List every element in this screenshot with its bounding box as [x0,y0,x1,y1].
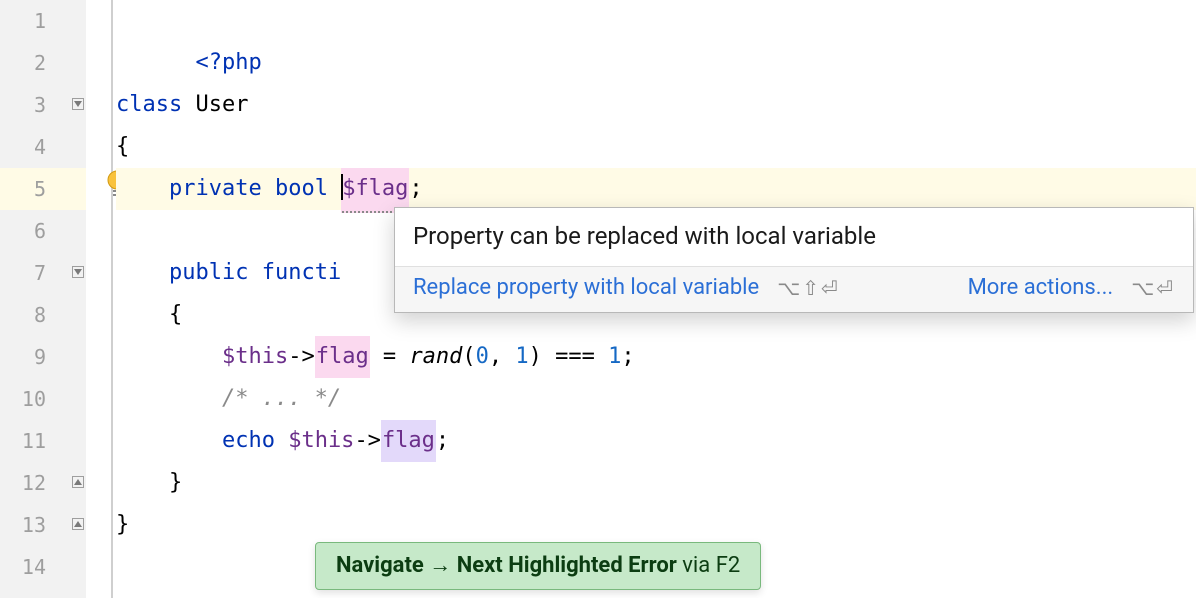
token-number: 1 [608,344,621,369]
token-paren: ) [529,344,542,369]
line-number: 7 [0,252,46,294]
inspection-title: Property can be replaced with local vari… [395,208,1193,266]
line-number: 8 [0,294,46,336]
code-line: class User [116,84,1196,126]
code-line: /* ... */ [116,378,1196,420]
token-semicolon: ; [436,428,449,453]
token-variable: $ [342,176,355,201]
quickfix-link[interactable]: Replace property with local variable [413,275,759,300]
code-line: echo $this->flag; [116,420,1196,462]
usage-highlight: flag [315,336,370,378]
token-brace: } [169,470,182,495]
line-number: 12 [0,462,46,504]
line-number: 10 [0,378,46,420]
inspection-popup: Property can be replaced with local vari… [394,207,1194,313]
token-comment: /* ... */ [222,386,341,411]
code-line: { [116,126,1196,168]
token-comma: , [489,344,516,369]
token-php-open: <?php [195,50,261,75]
line-number: 1 [0,0,46,42]
token-keyword: bool [275,176,328,201]
line-number: 4 [0,126,46,168]
text-cursor [341,174,343,200]
token-keyword: public [169,260,248,285]
token-this: $this [222,344,288,369]
code-line-current: private bool $flag; [116,168,1196,210]
fold-close-icon[interactable] [72,518,84,530]
shortcut-label: ⌥⏎ [1131,276,1175,300]
token-number: 1 [515,344,528,369]
fold-close-icon[interactable] [72,476,84,488]
token-property: flag [382,428,435,453]
token-variable: flag [355,176,408,201]
more-actions-link[interactable]: More actions... [968,275,1114,300]
hint-via: via [677,553,716,578]
fold-open-icon[interactable] [72,266,84,278]
token-brace: { [169,302,182,327]
token-assign: = [370,344,410,369]
line-number: 2 [0,42,46,84]
token-keyword: class [116,92,182,117]
shortcut-label: ⌥⇧⏎ [777,276,840,300]
line-number-current: 5 [0,168,86,210]
code-line: <?php [116,0,1196,42]
token-brace: { [116,134,129,159]
code-line: } [116,504,1196,546]
usage-highlight: flag [381,420,436,462]
token-keyword: functi [262,260,341,285]
fold-open-icon[interactable] [72,98,84,110]
code-editor[interactable]: 1 2 3 4 5 6 7 8 9 10 11 12 13 14 [0,0,1196,598]
line-number: 9 [0,336,46,378]
gutter-annotations [86,0,116,598]
code-line: } [116,462,1196,504]
inspection-actions: Replace property with local variable ⌥⇧⏎… [395,266,1193,312]
line-number: 6 [0,210,46,252]
line-number: 13 [0,504,46,546]
hint-action: Navigate → Next Highlighted Error [336,553,677,578]
token-paren: ( [462,344,475,369]
token-funcname: rand [409,344,462,369]
token-brace: } [116,512,129,537]
line-number: 14 [0,546,46,588]
token-keyword: private [169,176,262,201]
hint-key: F2 [716,553,741,578]
line-number: 3 [0,84,46,126]
token-semicolon: ; [409,176,422,201]
token-operator: === [542,344,608,369]
code-line: $this->flag = rand(0, 1) === 1; [116,336,1196,378]
gutter: 1 2 3 4 5 6 7 8 9 10 11 12 13 14 [0,0,86,598]
token-arrow: -> [354,428,381,453]
training-hint: Navigate → Next Highlighted Error via F2 [315,542,761,590]
token-classname: User [195,92,248,117]
line-number: 11 [0,420,46,462]
token-number: 0 [476,344,489,369]
token-keyword: echo [222,428,275,453]
token-property: flag [316,344,369,369]
token-this: $this [288,428,354,453]
token-semicolon: ; [621,344,634,369]
token-arrow: -> [288,344,315,369]
